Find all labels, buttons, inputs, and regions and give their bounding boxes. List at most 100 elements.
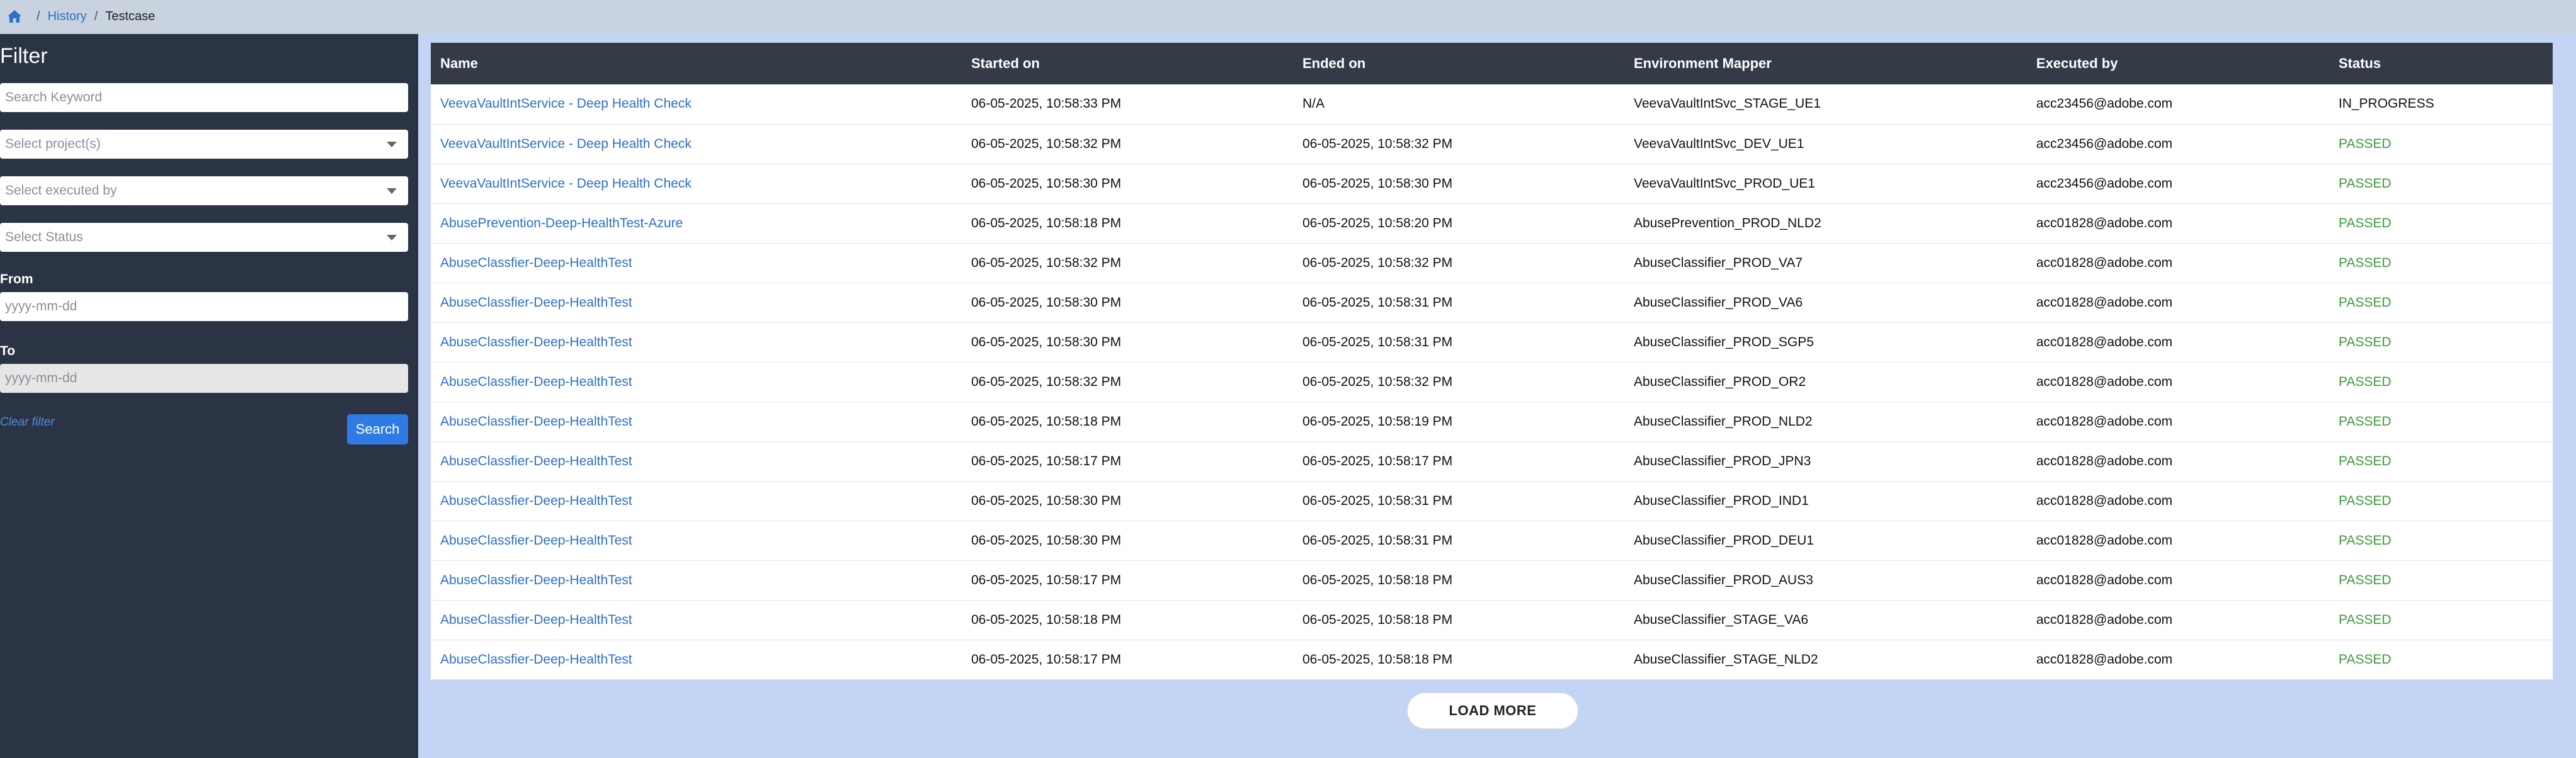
filter-title: Filter <box>0 44 48 68</box>
status-cell: IN_PROGRESS <box>2339 96 2434 111</box>
testcase-name-link[interactable]: AbuseClassfier-Deep-HealthTest <box>440 573 632 587</box>
ended-on-cell: 06-05-2025, 10:58:31 PM <box>1302 334 1453 349</box>
breadcrumb-separator: / <box>94 9 98 23</box>
testcase-name-link[interactable]: AbuseClassfier-Deep-HealthTest <box>440 533 632 548</box>
testcase-name-link[interactable]: VeevaVaultIntService - Deep Health Check <box>440 176 692 191</box>
executed-by-cell: acc01828@adobe.com <box>2036 533 2173 548</box>
from-date-input[interactable]: yyyy-mm-dd <box>0 292 408 321</box>
status-cell: PASSED <box>2339 136 2391 151</box>
executed-by-cell: acc01828@adobe.com <box>2036 334 2173 349</box>
testcase-table: Name Started on Ended on Environment Map… <box>431 43 2553 680</box>
home-icon[interactable] <box>6 9 23 24</box>
environment-mapper-cell: VeevaVaultIntSvc_PROD_UE1 <box>1634 176 1815 191</box>
executed-by-select[interactable]: Select executed by <box>0 176 408 205</box>
testcase-name-link[interactable]: AbuseClassfier-Deep-HealthTest <box>440 454 632 468</box>
search-keyword-input[interactable]: Search Keyword <box>0 83 408 112</box>
environment-mapper-cell: AbuseClassifier_PROD_SGP5 <box>1634 334 1814 349</box>
environment-mapper-cell: AbuseClassifier_PROD_VA6 <box>1634 295 1803 310</box>
executed-by-cell: acc01828@adobe.com <box>2036 295 2173 310</box>
testcase-name-link[interactable]: AbusePrevention-Deep-HealthTest-Azure <box>440 216 683 230</box>
search-button[interactable]: Search <box>347 414 408 444</box>
name-cell: AbuseClassfier-Deep-HealthTest <box>431 322 962 362</box>
to-label: To <box>0 344 16 358</box>
testcase-name-link[interactable]: VeevaVaultIntService - Deep Health Check <box>440 137 692 151</box>
table-row: AbuseClassfier-Deep-HealthTest 06-05-2025… <box>431 402 2553 441</box>
column-header-environment-mapper[interactable]: Environment Mapper <box>1624 43 2027 84</box>
ended-on-cell: 06-05-2025, 10:58:18 PM <box>1302 572 1453 587</box>
breadcrumb-current: Testcase <box>105 9 156 23</box>
table-header-row: Name Started on Ended on Environment Map… <box>431 43 2553 84</box>
clear-filter-link[interactable]: Clear filter <box>0 416 55 429</box>
ended-on-cell: N/A <box>1302 96 1325 111</box>
executed-by-cell: acc01828@adobe.com <box>2036 652 2173 667</box>
project-select-placeholder: Select project(s) <box>5 137 101 151</box>
column-header-executed-by[interactable]: Executed by <box>2027 43 2329 84</box>
to-date-input[interactable]: yyyy-mm-dd <box>0 364 408 393</box>
environment-mapper-cell: AbuseClassifier_PROD_VA7 <box>1634 255 1803 270</box>
executed-by-cell: acc01828@adobe.com <box>2036 215 2173 230</box>
executed-by-cell: acc01828@adobe.com <box>2036 453 2173 468</box>
table-row: VeevaVaultIntService - Deep Health Check… <box>431 84 2553 124</box>
ended-on-cell: 06-05-2025, 10:58:18 PM <box>1302 612 1453 627</box>
environment-mapper-cell: AbuseClassifier_STAGE_VA6 <box>1634 612 1809 627</box>
started-on-cell: 06-05-2025, 10:58:18 PM <box>971 612 1122 627</box>
testcase-name-link[interactable]: AbuseClassfier-Deep-HealthTest <box>440 494 632 508</box>
started-on-cell: 06-05-2025, 10:58:17 PM <box>971 572 1122 587</box>
main-content: Name Started on Ended on Environment Map… <box>418 34 2576 758</box>
table-row: AbusePrevention-Deep-HealthTest-Azure 06-… <box>431 203 2553 243</box>
name-cell: AbuseClassfier-Deep-HealthTest <box>431 481 962 521</box>
started-on-cell: 06-05-2025, 10:58:32 PM <box>971 374 1122 389</box>
testcase-name-link[interactable]: AbuseClassfier-Deep-HealthTest <box>440 414 632 429</box>
testcase-name-link[interactable]: VeevaVaultIntService - Deep Health Check <box>440 96 692 111</box>
testcase-name-link[interactable]: AbuseClassfier-Deep-HealthTest <box>440 613 632 627</box>
status-cell: PASSED <box>2339 295 2391 310</box>
name-cell: AbuseClassfier-Deep-HealthTest <box>431 243 962 283</box>
name-cell: AbuseClassfier-Deep-HealthTest <box>431 402 962 441</box>
executed-by-cell: acc01828@adobe.com <box>2036 255 2173 270</box>
name-cell: VeevaVaultIntService - Deep Health Check <box>431 124 962 164</box>
name-cell: AbuseClassfier-Deep-HealthTest <box>431 560 962 600</box>
name-cell: AbuseClassfier-Deep-HealthTest <box>431 640 962 679</box>
executed-by-cell: acc01828@adobe.com <box>2036 374 2173 389</box>
testcase-name-link[interactable]: AbuseClassfier-Deep-HealthTest <box>440 375 632 389</box>
testcase-name-link[interactable]: AbuseClassfier-Deep-HealthTest <box>440 256 632 270</box>
breadcrumb-history-link[interactable]: History <box>48 9 87 24</box>
status-cell: PASSED <box>2339 612 2391 627</box>
name-cell: AbuseClassfier-Deep-HealthTest <box>431 441 962 481</box>
status-select[interactable]: Select Status <box>0 223 408 252</box>
chevron-down-icon <box>387 141 397 147</box>
column-header-ended-on[interactable]: Ended on <box>1293 43 1624 84</box>
started-on-cell: 06-05-2025, 10:58:17 PM <box>971 652 1122 667</box>
status-cell: PASSED <box>2339 215 2391 230</box>
column-header-name[interactable]: Name <box>431 43 962 84</box>
status-cell: PASSED <box>2339 374 2391 389</box>
started-on-cell: 06-05-2025, 10:58:18 PM <box>971 414 1122 429</box>
column-header-started-on[interactable]: Started on <box>962 43 1293 84</box>
testcase-name-link[interactable]: AbuseClassfier-Deep-HealthTest <box>440 335 632 349</box>
testcase-name-link[interactable]: AbuseClassfier-Deep-HealthTest <box>440 652 632 667</box>
executed-by-cell: acc23456@adobe.com <box>2036 96 2173 111</box>
environment-mapper-cell: VeevaVaultIntSvc_DEV_UE1 <box>1634 136 1804 151</box>
ended-on-cell: 06-05-2025, 10:58:31 PM <box>1302 295 1453 310</box>
search-keyword-placeholder: Search Keyword <box>5 90 103 105</box>
column-header-status[interactable]: Status <box>2329 43 2553 84</box>
name-cell: AbuseClassfier-Deep-HealthTest <box>431 283 962 322</box>
table-row: AbuseClassfier-Deep-HealthTest 06-05-2025… <box>431 441 2553 481</box>
started-on-cell: 06-05-2025, 10:58:32 PM <box>971 255 1122 270</box>
executed-by-cell: acc01828@adobe.com <box>2036 493 2173 508</box>
ended-on-cell: 06-05-2025, 10:58:18 PM <box>1302 652 1453 667</box>
name-cell: AbuseClassfier-Deep-HealthTest <box>431 362 962 402</box>
load-more-button[interactable]: LOAD MORE <box>1407 693 1578 729</box>
table-row: AbuseClassfier-Deep-HealthTest 06-05-2025… <box>431 362 2553 402</box>
ended-on-cell: 06-05-2025, 10:58:31 PM <box>1302 493 1453 508</box>
status-cell: PASSED <box>2339 493 2391 508</box>
status-cell: PASSED <box>2339 533 2391 548</box>
project-select[interactable]: Select project(s) <box>0 130 408 159</box>
environment-mapper-cell: AbuseClassifier_PROD_NLD2 <box>1634 414 1813 429</box>
started-on-cell: 06-05-2025, 10:58:30 PM <box>971 176 1122 191</box>
testcase-name-link[interactable]: AbuseClassfier-Deep-HealthTest <box>440 295 632 310</box>
ended-on-cell: 06-05-2025, 10:58:31 PM <box>1302 533 1453 548</box>
executed-by-cell: acc23456@adobe.com <box>2036 136 2173 151</box>
started-on-cell: 06-05-2025, 10:58:30 PM <box>971 295 1122 310</box>
environment-mapper-cell: AbuseClassifier_PROD_JPN3 <box>1634 453 1811 468</box>
